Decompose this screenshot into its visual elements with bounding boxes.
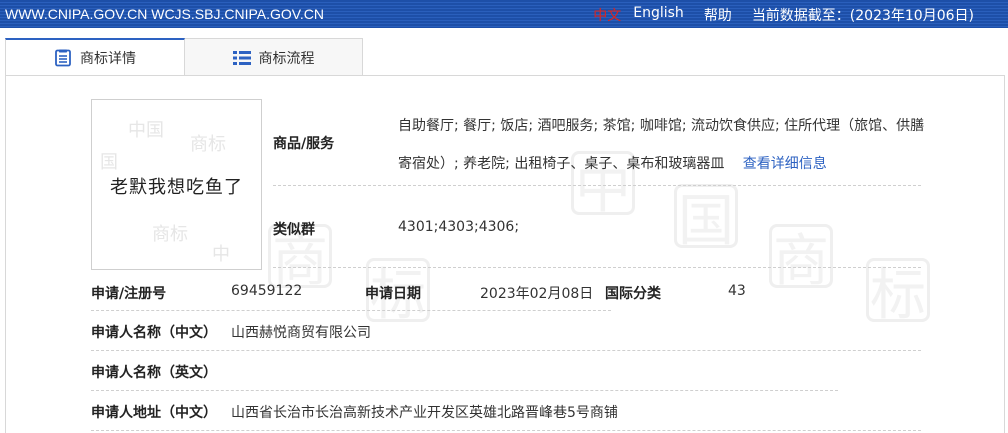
divider (273, 185, 921, 186)
goods-services-label: 商品/服务 (273, 136, 335, 152)
document-icon (54, 49, 72, 67)
applicant-address-cn-value: 山西省长治市长治高新技术产业开发区英雄北路晋峰巷5号商铺 (231, 405, 618, 421)
similar-group-label: 类似群 (273, 222, 315, 238)
top-bar: WWW.CNIPA.GOV.CN WCJS.SBJ.CNIPA.GOV.CN 中… (0, 0, 1008, 28)
divider (91, 350, 921, 351)
watermark-icon: 国 (674, 184, 738, 254)
registration-number-label: 申请/注册号 (91, 286, 167, 302)
tab-trademark-process[interactable]: 商标流程 (185, 38, 363, 76)
goods-services-line1: 自助餐厅; 餐厅; 饭店; 酒吧服务; 茶馆; 咖啡馆; 流动饮食供应; 住所代… (398, 118, 925, 134)
divider (273, 267, 921, 268)
trademark-image: 中国 商标 国 商标 中 老默我想吃鱼了 (91, 99, 262, 270)
tab-bar: 商标详情 商标流程 (5, 38, 363, 76)
registration-number-value: 69459122 (231, 283, 303, 299)
applicant-name-cn-label: 申请人名称（中文） (91, 325, 217, 341)
view-details-link[interactable]: 查看详细信息 (743, 156, 827, 172)
tab-label: 商标流程 (258, 50, 315, 67)
trademark-text: 老默我想吃鱼了 (110, 177, 243, 198)
divider (91, 430, 921, 431)
similar-group-value: 4301;4303;4306; (398, 219, 520, 235)
language-english-link[interactable]: English (633, 5, 684, 25)
details-panel: 中 国 商 标 标 商 中国 商标 国 商标 中 老默我想吃鱼了 商品/服务 自… (5, 75, 1005, 433)
list-icon (232, 49, 251, 67)
intl-class-value: 43 (728, 283, 746, 299)
site-urls: WWW.CNIPA.GOV.CN WCJS.SBJ.CNIPA.GOV.CN (5, 6, 324, 22)
application-date-value: 2023年02月08日 (480, 286, 594, 302)
help-link[interactable]: 帮助 (704, 5, 732, 25)
applicant-name-en-label: 申请人名称（英文） (91, 365, 217, 381)
divider (91, 310, 611, 311)
application-date-label: 申请日期 (365, 286, 421, 302)
language-chinese-link[interactable]: 中文 (593, 5, 621, 25)
data-date-label: 当前数据截至：(2023年10月06日) (751, 8, 974, 24)
goods-services-line2: 寄宿处）; 养老院; 出租椅子、桌子、桌布和玻璃器皿 (398, 156, 725, 172)
tab-trademark-details[interactable]: 商标详情 (5, 38, 185, 76)
intl-class-label: 国际分类 (605, 286, 661, 302)
applicant-address-cn-label: 申请人地址（中文） (91, 405, 217, 421)
applicant-name-cn-value: 山西赫悦商贸有限公司 (231, 325, 371, 341)
divider (91, 390, 838, 391)
tab-label: 商标详情 (80, 51, 136, 67)
watermark-icon: 商 (769, 224, 833, 294)
